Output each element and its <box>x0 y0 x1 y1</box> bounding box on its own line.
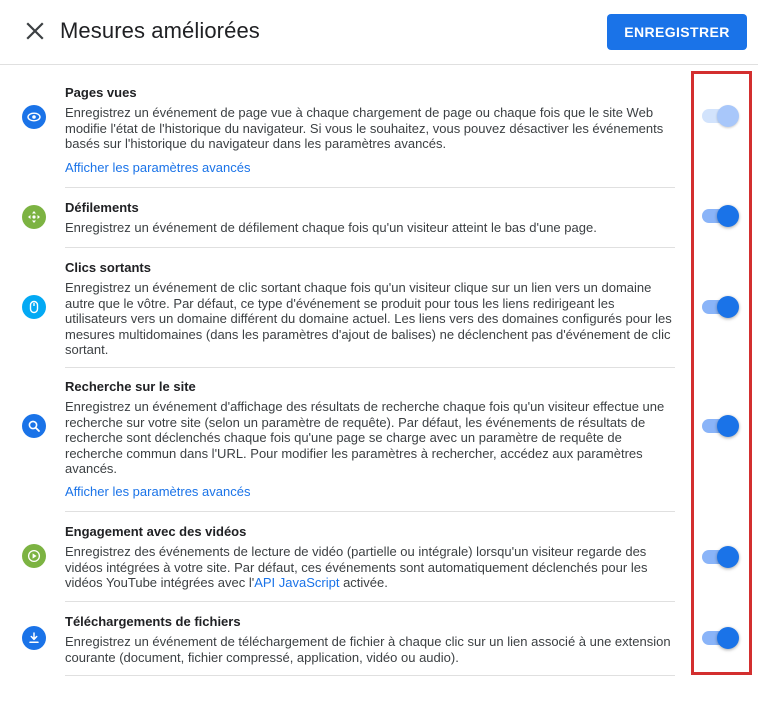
setting-description: Enregistrez des événements de lecture de… <box>65 544 675 591</box>
divider <box>65 511 675 512</box>
video-engagement-toggle[interactable] <box>702 545 740 569</box>
setting-description: Enregistrez un événement de défilement c… <box>65 220 597 235</box>
outbound-clicks-toggle[interactable] <box>702 295 740 319</box>
divider <box>65 367 675 368</box>
close-icon <box>26 22 44 40</box>
setting-title: Clics sortants <box>65 260 151 275</box>
setting-title: Téléchargements de fichiers <box>65 614 241 629</box>
divider <box>65 187 675 188</box>
setting-title: Défilements <box>65 200 139 215</box>
close-button[interactable] <box>24 20 46 42</box>
site-search-toggle[interactable] <box>702 414 740 438</box>
toggle-thumb <box>717 415 739 437</box>
highlight-box <box>691 71 752 675</box>
page-title: Mesures améliorées <box>60 18 260 43</box>
file-downloads-toggle[interactable] <box>702 626 740 650</box>
divider <box>65 675 675 676</box>
toggle-thumb <box>717 546 739 568</box>
play-icon <box>22 544 46 568</box>
toggle-thumb <box>717 205 739 227</box>
download-icon <box>22 626 46 650</box>
eye-icon <box>22 105 46 129</box>
page-views-toggle[interactable] <box>702 104 740 128</box>
scroll-icon <box>22 205 46 229</box>
toggle-thumb <box>717 296 739 318</box>
divider <box>65 601 675 602</box>
save-button[interactable]: ENREGISTRER <box>607 14 747 50</box>
setting-description: Enregistrez un événement de clic sortant… <box>65 280 672 357</box>
setting-title: Engagement avec des vidéos <box>65 524 247 539</box>
api-javascript-link[interactable]: API JavaScript <box>254 575 339 590</box>
toggle-thumb <box>717 105 739 127</box>
setting-description: Enregistrez un événement d'affichage des… <box>65 399 665 476</box>
advanced-settings-link[interactable]: Afficher les paramètres avancés <box>65 484 250 499</box>
advanced-settings-link[interactable]: Afficher les paramètres avancés <box>65 160 250 175</box>
setting-description: Enregistrez un événement de page vue à c… <box>65 105 664 151</box>
setting-title: Recherche sur le site <box>65 379 196 394</box>
setting-description: Enregistrez un événement de téléchargeme… <box>65 634 671 665</box>
scrolls-toggle[interactable] <box>702 204 740 228</box>
setting-title: Pages vues <box>65 85 137 100</box>
toggle-thumb <box>717 627 739 649</box>
search-icon <box>22 414 46 438</box>
mouse-icon <box>22 295 46 319</box>
dialog-header: Mesures améliorées ENREGISTRER <box>0 0 758 65</box>
description-text: activée. <box>339 575 388 590</box>
divider <box>65 247 675 248</box>
